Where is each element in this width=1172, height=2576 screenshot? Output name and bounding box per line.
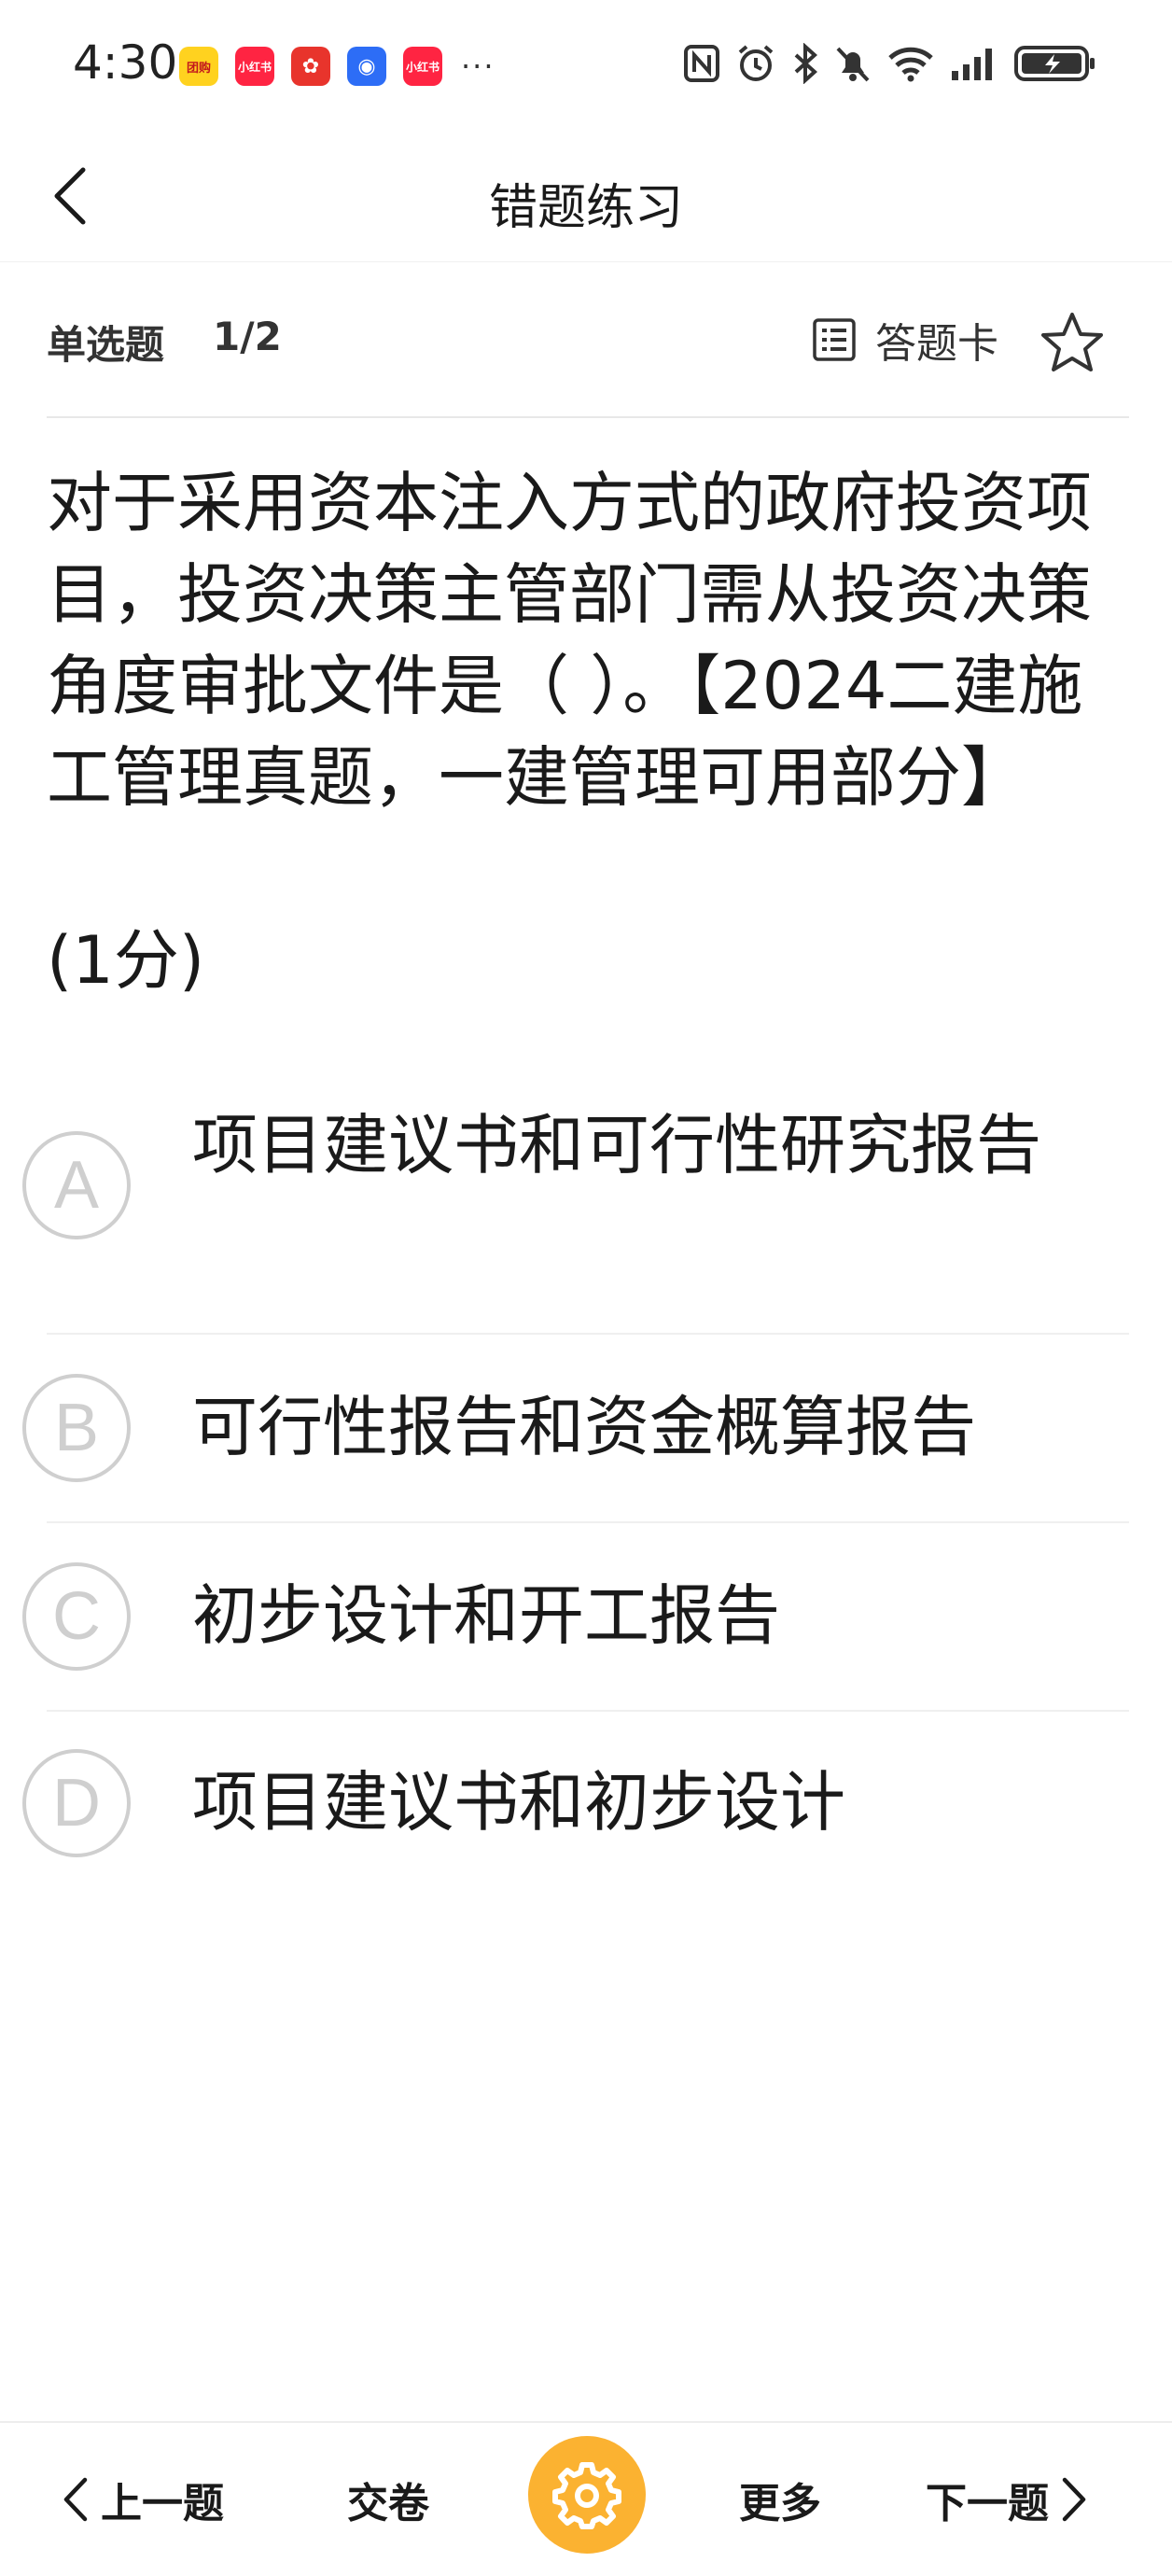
status-indicators xyxy=(683,43,1097,84)
option-b[interactable]: B 可行性报告和资金概算报告 xyxy=(0,1335,1172,1521)
bluetooth-icon xyxy=(794,43,817,84)
bottom-toolbar: 上一题 交卷 更多 下一题 xyxy=(0,2421,1172,2576)
answer-card-button[interactable]: 答题卡 xyxy=(812,310,998,370)
option-d[interactable]: D 项目建议书和初步设计 xyxy=(0,1712,1172,1898)
submit-button[interactable]: 交卷 xyxy=(347,2470,429,2529)
chevron-right-icon xyxy=(1062,2477,1086,2522)
settings-button[interactable] xyxy=(528,2436,646,2554)
option-a-letter: A xyxy=(22,1131,131,1239)
chevron-left-icon xyxy=(63,2477,88,2522)
status-app-icons: 团购 小红书 ✿ ◉ 小红书 ··· xyxy=(179,47,495,86)
option-d-letter: D xyxy=(22,1749,131,1857)
status-time: 4:30 xyxy=(73,35,178,90)
next-question-button[interactable]: 下一题 xyxy=(926,2470,1088,2529)
question-text: 对于采用资本注入方式的政府投资项目，投资决策主管部门需从投资决策角度审批文件是（… xyxy=(47,465,1092,816)
prev-question-button[interactable]: 上一题 xyxy=(62,2470,224,2529)
question-type-label: 单选题 xyxy=(47,322,165,368)
nav-bar: 错题练习 xyxy=(0,131,1172,262)
answer-card-icon xyxy=(813,318,856,361)
next-question-label: 下一题 xyxy=(926,2480,1049,2527)
favorite-button[interactable] xyxy=(1039,310,1105,375)
question-index: 1/2 xyxy=(213,314,282,359)
question-score: (1分) xyxy=(47,922,205,999)
alarm-icon xyxy=(738,45,774,81)
blue-app-icon: ◉ xyxy=(347,47,386,86)
answer-card-label: 答题卡 xyxy=(875,320,998,368)
star-icon xyxy=(1041,313,1103,371)
prev-question-label: 上一题 xyxy=(101,2480,224,2527)
wifi-icon xyxy=(888,47,933,82)
more-button[interactable]: 更多 xyxy=(739,2470,821,2529)
submit-label: 交卷 xyxy=(347,2480,429,2527)
meituan-app-icon: 团购 xyxy=(179,47,218,86)
gear-icon xyxy=(552,2462,621,2529)
nfc-icon xyxy=(684,45,719,82)
option-c-text: 初步设计和开工报告 xyxy=(192,1577,780,1654)
more-notifications-icon: ··· xyxy=(461,49,495,84)
huawei-app-icon: ✿ xyxy=(291,47,330,86)
option-a-text: 项目建议书和可行性研究报告 xyxy=(192,1107,1041,1183)
option-b-letter: B xyxy=(22,1374,131,1482)
more-label: 更多 xyxy=(739,2480,821,2527)
screen: 4:30 团购 小红书 ✿ ◉ 小红书 ··· 错题练习 单选题 1/2 答题卡… xyxy=(0,0,1172,2576)
signal-icon xyxy=(952,49,992,80)
question-header: 单选题 1/2 答题卡 xyxy=(47,261,1129,418)
option-d-text: 项目建议书和初步设计 xyxy=(192,1764,845,1841)
page-title: 错题练习 xyxy=(488,180,683,236)
option-b-text: 可行性报告和资金概算报告 xyxy=(192,1389,976,1465)
xiaohongshu-app-icon: 小红书 xyxy=(235,47,274,86)
option-c-letter: C xyxy=(22,1562,131,1671)
battery-charging-icon xyxy=(1014,46,1095,81)
option-a[interactable]: A 项目建议书和可行性研究报告 xyxy=(0,1055,1172,1335)
option-c[interactable]: C 初步设计和开工报告 xyxy=(0,1523,1172,1710)
xiaohongshu-app-icon-2: 小红书 xyxy=(403,47,442,86)
mute-icon xyxy=(836,47,870,82)
status-bar: 4:30 团购 小红书 ✿ ◉ 小红书 ··· xyxy=(0,0,1172,131)
